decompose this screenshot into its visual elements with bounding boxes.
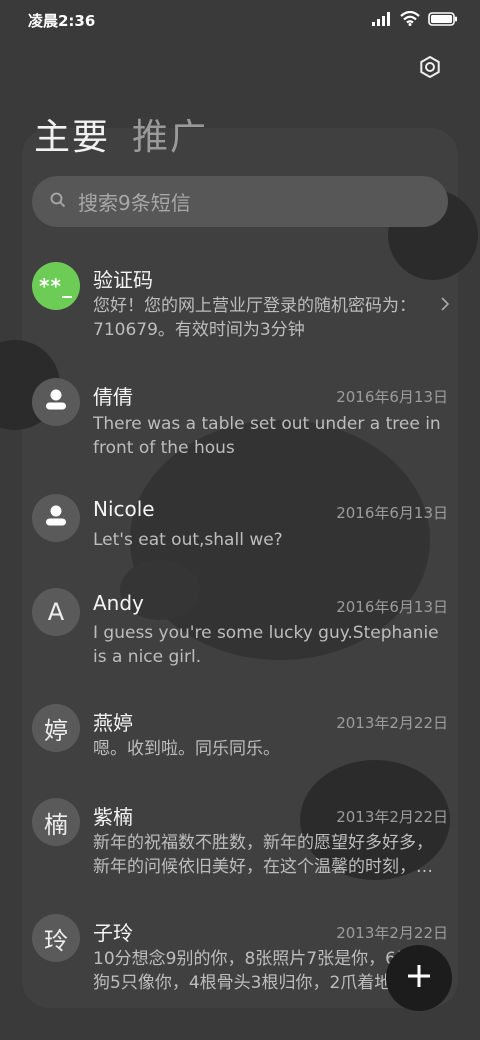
contact-name: Andy	[93, 591, 144, 615]
tab-main[interactable]: 主要	[34, 108, 110, 160]
avatar: 楠	[32, 798, 80, 846]
message-date: 2013年2月22日	[336, 924, 448, 942]
conversation-item[interactable]: **_ 验证码 您好！您的网上营业厅登录的随机密码为：710679。有效时间为3…	[0, 250, 480, 350]
contact-name: 燕婷	[93, 711, 133, 735]
avatar: **_	[32, 262, 80, 310]
search-input[interactable]: 搜索9条短信	[32, 176, 448, 227]
avatar: A	[32, 588, 80, 636]
conversation-item[interactable]: 倩倩 2016年6月13日 There was a table set out …	[0, 366, 480, 466]
battery-icon	[428, 11, 458, 30]
search-placeholder: 搜索9条短信	[78, 191, 191, 215]
tab-bar: 主要 推广	[34, 108, 208, 160]
compose-button[interactable]	[386, 945, 452, 1011]
contact-name: 紫楠	[93, 805, 133, 829]
conversation-item[interactable]: Nicole 2016年6月13日 Let's eat out,shall we…	[0, 482, 480, 572]
conversation-item[interactable]: A Andy 2016年6月13日 I guess you're some lu…	[0, 576, 480, 676]
avatar	[32, 494, 80, 542]
message-date: 2016年6月13日	[336, 598, 448, 616]
message-preview: 嗯。收到啦。同乐同乐。	[93, 739, 280, 759]
message-date: 2016年6月13日	[336, 388, 448, 406]
avatar: 玲	[32, 914, 80, 962]
wifi-icon	[400, 10, 420, 30]
chevron-right-icon	[440, 296, 450, 316]
tab-promotion[interactable]: 推广	[132, 108, 208, 160]
contact-name: 倩倩	[93, 385, 133, 409]
message-preview: 您好！您的网上营业厅登录的随机密码为：710679。有效时间为3分钟	[93, 296, 416, 340]
settings-button[interactable]	[414, 53, 446, 85]
plus-icon	[406, 963, 432, 993]
message-preview: 新年的祝福数不胜数，新年的愿望好多好多，新年的问候依旧美好，在这个温馨的时刻，…	[93, 833, 433, 877]
search-icon	[50, 192, 66, 212]
signal-icon	[372, 11, 392, 30]
message-date: 2013年2月22日	[336, 808, 448, 826]
conversation-item[interactable]: 婷 燕婷 2013年2月22日 嗯。收到啦。同乐同乐。	[0, 692, 480, 782]
message-date: 2016年6月13日	[336, 504, 448, 522]
person-icon	[43, 386, 69, 418]
gear-icon	[418, 55, 442, 83]
contact-name: Nicole	[93, 497, 155, 521]
person-icon	[43, 502, 69, 534]
message-preview: There was a table set out under a tree i…	[93, 414, 441, 458]
message-date: 2013年2月22日	[336, 714, 448, 732]
conversation-item[interactable]: 楠 紫楠 2013年2月22日 新年的祝福数不胜数，新年的愿望好多好多，新年的问…	[0, 786, 480, 896]
contact-name: 子玲	[93, 921, 133, 945]
message-preview: I guess you're some lucky guy.Stephanie …	[93, 623, 439, 667]
contact-name: 验证码	[93, 268, 153, 292]
avatar: 婷	[32, 704, 80, 752]
status-bar: 凌晨2:36	[0, 0, 480, 40]
message-preview: Let's eat out,shall we?	[93, 530, 283, 550]
avatar	[32, 378, 80, 426]
status-time: 凌晨2:36	[28, 11, 96, 30]
